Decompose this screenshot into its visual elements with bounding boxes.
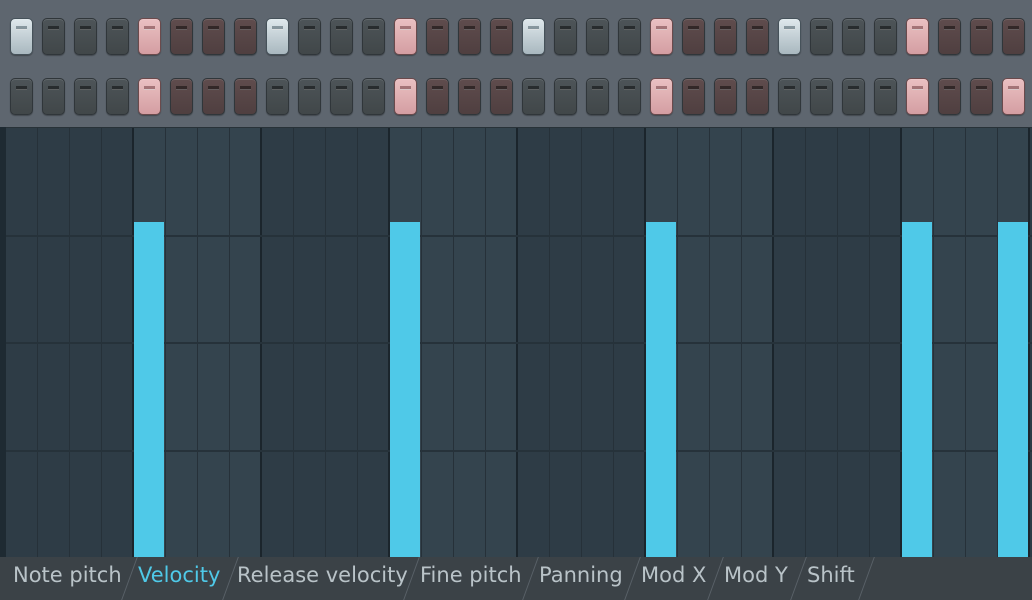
step-button[interactable] [554, 18, 577, 55]
event-editor-grid[interactable] [6, 127, 1032, 558]
step-button[interactable] [426, 78, 449, 115]
step-button[interactable] [362, 78, 385, 115]
step-button[interactable] [458, 18, 481, 55]
step-button[interactable] [298, 78, 321, 115]
tab-separator [121, 557, 138, 600]
step-button[interactable] [874, 18, 897, 55]
velocity-bar[interactable] [902, 222, 932, 558]
tab-separator [858, 557, 875, 600]
step-button[interactable] [938, 18, 961, 55]
step-button[interactable] [490, 78, 513, 115]
step-button[interactable] [1002, 18, 1025, 55]
step-button[interactable] [10, 18, 33, 55]
velocity-bar[interactable] [646, 222, 676, 558]
step-button[interactable] [522, 18, 545, 55]
step-button[interactable] [202, 78, 225, 115]
tab-panning[interactable]: Panning [539, 563, 623, 587]
step-button[interactable] [106, 78, 129, 115]
step-button[interactable] [586, 78, 609, 115]
step-button[interactable] [490, 18, 513, 55]
step-button[interactable] [106, 18, 129, 55]
tab-release-velocity[interactable]: Release velocity [237, 563, 408, 587]
step-button[interactable] [938, 78, 961, 115]
velocity-bar[interactable] [134, 222, 164, 558]
step-button[interactable] [330, 78, 353, 115]
step-button[interactable] [842, 18, 865, 55]
tab-shift[interactable]: Shift [807, 563, 855, 587]
step-button[interactable] [810, 18, 833, 55]
step-button[interactable] [618, 18, 641, 55]
step-button[interactable] [682, 78, 705, 115]
step-button[interactable] [298, 18, 321, 55]
step-button[interactable] [714, 18, 737, 55]
tab-separator [624, 557, 641, 600]
step-button[interactable] [714, 78, 737, 115]
step-button[interactable] [362, 18, 385, 55]
step-button[interactable] [778, 78, 801, 115]
tab-separator [707, 557, 724, 600]
step-button[interactable] [618, 78, 641, 115]
step-button[interactable] [426, 18, 449, 55]
property-tabs: Note pitch Velocity Release velocity Fin… [0, 557, 1032, 600]
tab-note-pitch[interactable]: Note pitch [13, 563, 122, 587]
step-button[interactable] [266, 78, 289, 115]
step-button[interactable] [906, 18, 929, 55]
step-button[interactable] [234, 18, 257, 55]
step-button[interactable] [74, 78, 97, 115]
step-button[interactable] [458, 78, 481, 115]
step-button[interactable] [138, 18, 161, 55]
step-button[interactable] [650, 18, 673, 55]
tab-velocity[interactable]: Velocity [138, 563, 220, 587]
step-button[interactable] [42, 18, 65, 55]
step-button[interactable] [202, 18, 225, 55]
step-button[interactable] [906, 78, 929, 115]
step-button[interactable] [234, 78, 257, 115]
step-button[interactable] [842, 78, 865, 115]
step-button[interactable] [522, 78, 545, 115]
step-button[interactable] [330, 18, 353, 55]
tab-fine-pitch[interactable]: Fine pitch [420, 563, 522, 587]
step-button[interactable] [970, 78, 993, 115]
step-button[interactable] [266, 18, 289, 55]
step-button[interactable] [394, 78, 417, 115]
step-button[interactable] [586, 18, 609, 55]
velocity-bar[interactable] [390, 222, 420, 558]
step-button[interactable] [874, 78, 897, 115]
tab-mod-x[interactable]: Mod X [641, 563, 706, 587]
step-button[interactable] [970, 18, 993, 55]
step-button[interactable] [650, 78, 673, 115]
step-button[interactable] [554, 78, 577, 115]
step-button[interactable] [682, 18, 705, 55]
tab-separator [522, 557, 539, 600]
step-button[interactable] [746, 78, 769, 115]
step-button[interactable] [170, 18, 193, 55]
tab-mod-y[interactable]: Mod Y [724, 563, 788, 587]
velocity-bar[interactable] [998, 222, 1028, 558]
tab-separator [790, 557, 807, 600]
step-button[interactable] [746, 18, 769, 55]
step-button[interactable] [74, 18, 97, 55]
step-button[interactable] [138, 78, 161, 115]
step-button[interactable] [810, 78, 833, 115]
step-button[interactable] [394, 18, 417, 55]
step-button[interactable] [1002, 78, 1025, 115]
step-button[interactable] [170, 78, 193, 115]
step-sequencer [0, 0, 1032, 126]
step-button[interactable] [778, 18, 801, 55]
step-button[interactable] [10, 78, 33, 115]
step-button[interactable] [42, 78, 65, 115]
